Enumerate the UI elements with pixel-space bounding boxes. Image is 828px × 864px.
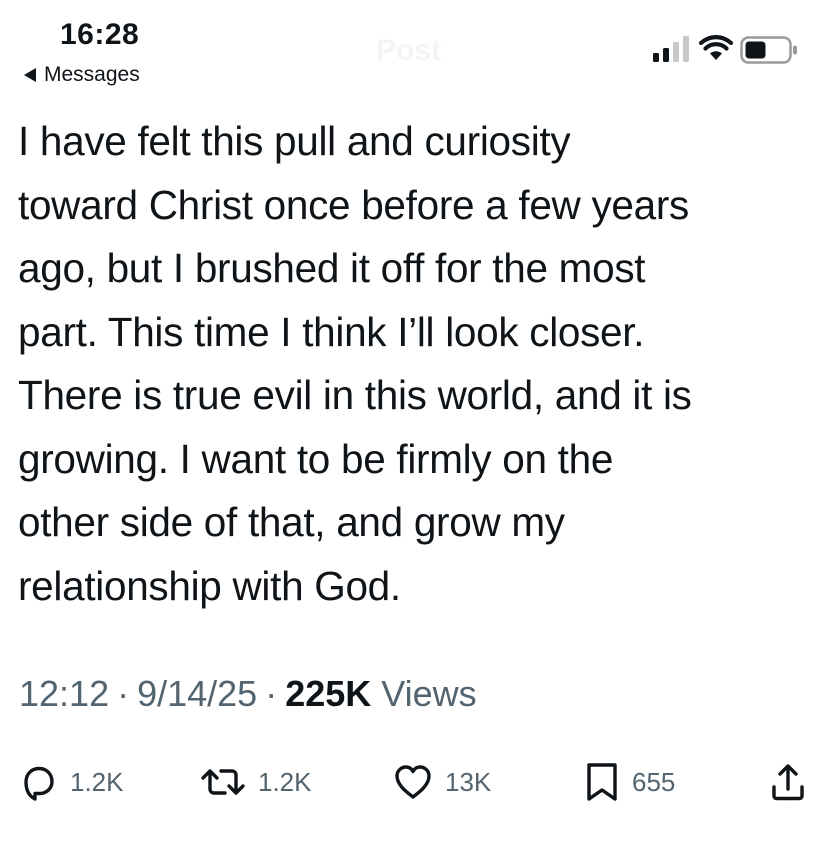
post-text-line: part. This time I think I’ll look closer… (18, 308, 645, 355)
reply-button[interactable]: 1.2K (18, 754, 124, 810)
post-text-line: There is true evil in this world, and it… (18, 372, 692, 418)
post-text: I have felt this pull and curiosity towa… (18, 110, 813, 618)
header-title: Post (376, 34, 442, 67)
like-icon (395, 765, 431, 799)
share-icon (772, 764, 804, 801)
post-text-line: ago, but I brushed it off for the most (18, 245, 646, 291)
views-label: Views (381, 673, 477, 714)
post-date: 9/14/25 (137, 673, 258, 714)
bookmark-icon (587, 763, 617, 801)
post-text-line: I have felt this pull and curiosity (18, 118, 571, 164)
reply-icon (24, 766, 54, 801)
views-count: 225K (285, 673, 372, 714)
like-count: 13K (445, 766, 492, 797)
post-meta: 12:12 · 9/14/25 · 225K Views (19, 673, 477, 714)
reply-count: 1.2K (70, 766, 124, 797)
battery-icon (740, 36, 797, 64)
repost-count: 1.2K (258, 766, 312, 797)
post-actions: 1.2K 1.2K 13K 655 (0, 754, 828, 810)
signal-icon (653, 36, 689, 62)
back-arrow-icon (24, 68, 36, 82)
bookmark-count: 655 (632, 766, 676, 797)
status-time: 16:28 (60, 18, 140, 51)
post-text-line: toward Christ once before a few years (18, 181, 689, 228)
wifi-icon (699, 35, 733, 60)
repost-button[interactable]: 1.2K (200, 754, 312, 810)
repost-icon (201, 769, 245, 795)
post-text-line: relationship with God. (18, 562, 401, 609)
share-button[interactable] (769, 754, 807, 810)
status-bar: 16:28 Post Messages (0, 0, 828, 100)
bookmark-button[interactable]: 655 (584, 754, 675, 810)
back-link-label: Messages (44, 63, 140, 86)
post-time: 12:12 (19, 673, 110, 714)
post-text-line: growing. I want to be firmly on the (18, 435, 614, 482)
back-to-messages-link[interactable]: Messages (24, 63, 140, 87)
like-button[interactable]: 13K (393, 754, 491, 810)
post-text-line: other side of that, and grow my (18, 499, 565, 545)
